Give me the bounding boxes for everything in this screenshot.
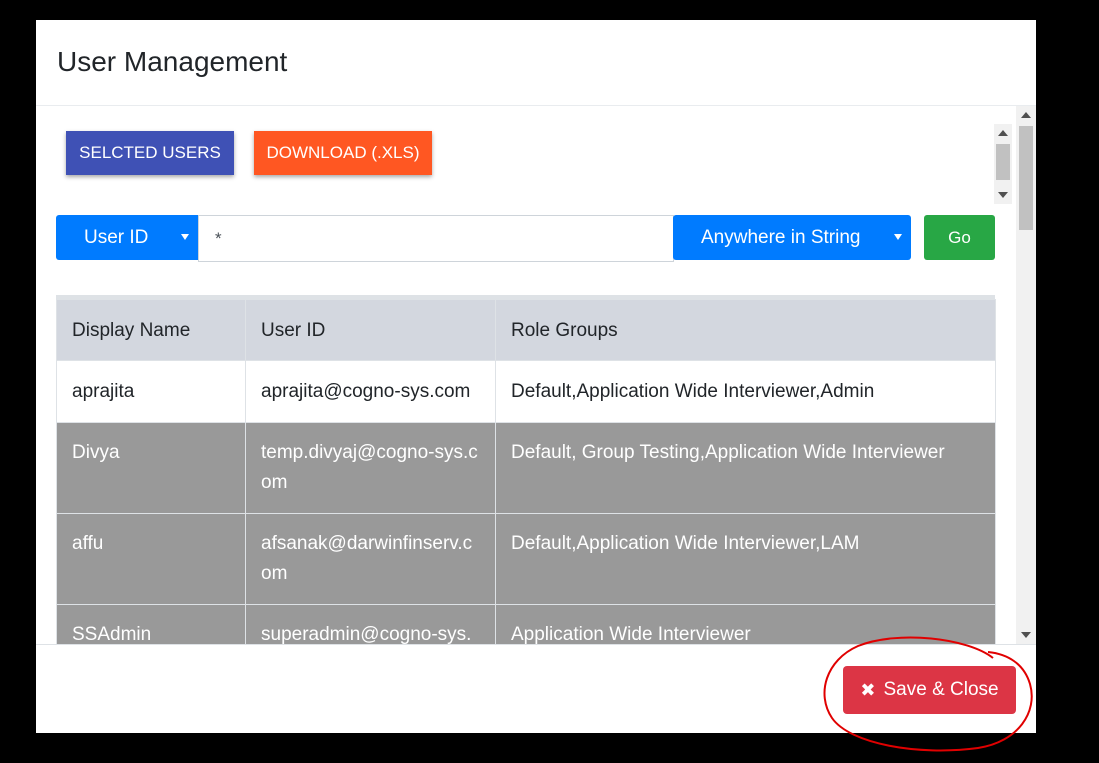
save-and-close-label: Save & Close (883, 679, 999, 700)
users-table: Display Name User ID Role Groups aprajit… (56, 299, 996, 644)
column-header-display-name[interactable]: Display Name (56, 299, 246, 361)
cell-role-groups: Default, Group Testing,Application Wide … (495, 422, 996, 514)
cell-role-groups: Default,Application Wide Interviewer,Adm… (495, 360, 996, 423)
search-field-select[interactable]: User ID (56, 215, 198, 260)
search-field-select-label: User ID (84, 226, 149, 248)
modal-body: SELCTED USERS DOWNLOAD (.XLS) User ID An… (36, 106, 1036, 644)
search-input[interactable] (198, 215, 674, 262)
download-xls-button[interactable]: DOWNLOAD (.XLS) (254, 131, 432, 175)
table-header-row: Display Name User ID Role Groups (56, 299, 996, 361)
selected-users-button[interactable]: SELCTED USERS (66, 131, 234, 175)
scroll-up-arrow-icon[interactable] (1021, 112, 1031, 118)
search-row: User ID Anywhere in String Go (56, 215, 996, 262)
scroll-down-arrow-icon[interactable] (1021, 632, 1031, 638)
user-management-modal: User Management SELCTED USERS DOWNLOAD (… (36, 20, 1036, 733)
toolbar-scrollbar[interactable] (994, 124, 1012, 204)
column-header-role-groups[interactable]: Role Groups (495, 299, 996, 361)
cell-user-id: superadmin@cogno-sys.com (245, 604, 496, 644)
modal-title: User Management (57, 46, 288, 77)
cell-display-name: SSAdmin (56, 604, 246, 644)
close-icon: ✖ (860, 679, 876, 700)
table-row[interactable]: Divya temp.divyaj@cogno-sys.com Default,… (56, 422, 996, 514)
cell-user-id: temp.divyaj@cogno-sys.com (245, 422, 496, 514)
table-row[interactable]: SSAdmin superadmin@cogno-sys.com Applica… (56, 604, 996, 644)
cell-role-groups: Default,Application Wide Interviewer,LAM (495, 513, 996, 605)
table-row[interactable]: affu afsanak@darwinfinserv.com Default,A… (56, 513, 996, 605)
users-table-container: Display Name User ID Role Groups aprajit… (56, 295, 996, 644)
cell-display-name: affu (56, 513, 246, 605)
caret-down-icon (181, 234, 189, 240)
modal-footer: ✖ Save & Close (36, 644, 1036, 733)
column-header-user-id[interactable]: User ID (245, 299, 496, 361)
match-mode-select-label: Anywhere in String (701, 226, 861, 248)
scroll-down-arrow-icon[interactable] (998, 192, 1008, 198)
scrollbar-thumb[interactable] (1019, 126, 1033, 230)
cell-role-groups: Application Wide Interviewer (495, 604, 996, 644)
save-and-close-button[interactable]: ✖ Save & Close (843, 666, 1016, 714)
modal-body-scrollbar[interactable] (1016, 106, 1036, 644)
cell-user-id: aprajita@cogno-sys.com (245, 360, 496, 423)
cell-user-id: afsanak@darwinfinserv.com (245, 513, 496, 605)
caret-down-icon (894, 234, 902, 240)
scroll-up-arrow-icon[interactable] (998, 130, 1008, 136)
match-mode-select[interactable]: Anywhere in String (673, 215, 911, 260)
modal-header: User Management (36, 20, 1036, 106)
table-row[interactable]: aprajita aprajita@cogno-sys.com Default,… (56, 360, 996, 423)
cell-display-name: Divya (56, 422, 246, 514)
scrollbar-thumb[interactable] (996, 144, 1010, 180)
go-button[interactable]: Go (924, 215, 995, 260)
cell-display-name: aprajita (56, 360, 246, 423)
